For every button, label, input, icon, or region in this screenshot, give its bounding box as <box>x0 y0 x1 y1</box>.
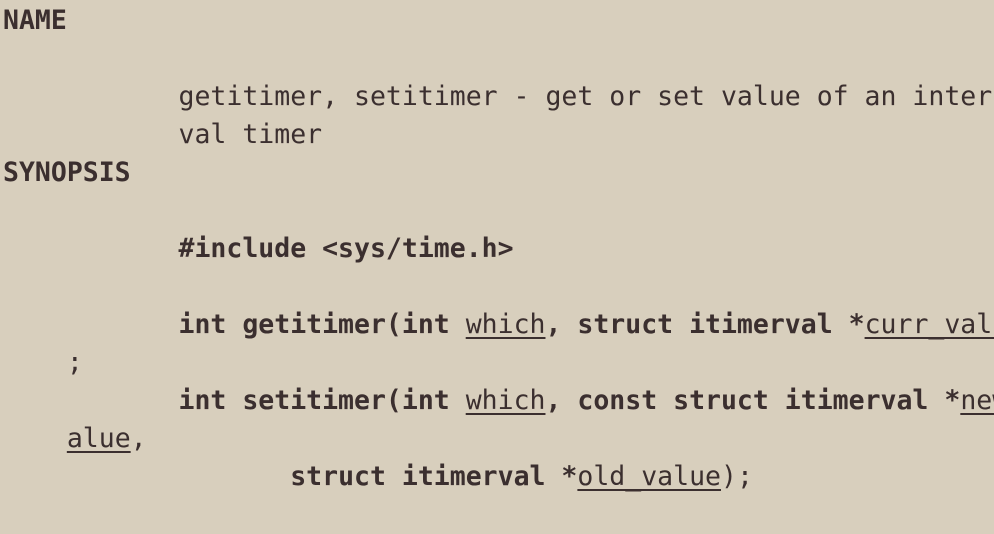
name-description-text-2: val timer <box>178 119 323 150</box>
setitimer-which-param: which <box>465 385 546 416</box>
setitimer-prototype-line: int setitimer(int which, const struct it… <box>3 344 994 416</box>
include-line: #include <sys/time.h> <box>3 192 514 264</box>
getitimer-struct: , struct itimerval * <box>545 309 865 340</box>
name-description-line-1: getitimer, setitimer - get or set value … <box>3 40 994 112</box>
setitimer-const-struct: , const struct itimerval * <box>545 385 961 416</box>
name-description-line-2: val timer <box>3 78 323 150</box>
getitimer-prototype-wrap: ; <box>3 306 83 378</box>
section-header-name: NAME <box>3 5 67 36</box>
section-header-synopsis: SYNOPSIS <box>3 157 131 188</box>
setitimer-new-value-param-part1: new_v <box>960 385 994 416</box>
getitimer-prefix: int getitimer(int <box>178 309 466 340</box>
getitimer-prototype-line: int getitimer(int which, struct itimerva… <box>3 268 994 340</box>
setitimer-prototype-wrap: alue, <box>3 382 147 454</box>
getitimer-curr-value-param: curr_value <box>864 309 994 340</box>
man-page-terminal: NAME getitimer, setitimer - get or set v… <box>0 0 994 492</box>
setitimer-prototype-line-3: struct itimerval *old_value); <box>3 420 753 492</box>
include-directive: #include <sys/time.h> <box>178 233 514 264</box>
getitimer-which-param: which <box>465 309 546 340</box>
setitimer-prefix: int setitimer(int <box>178 385 466 416</box>
